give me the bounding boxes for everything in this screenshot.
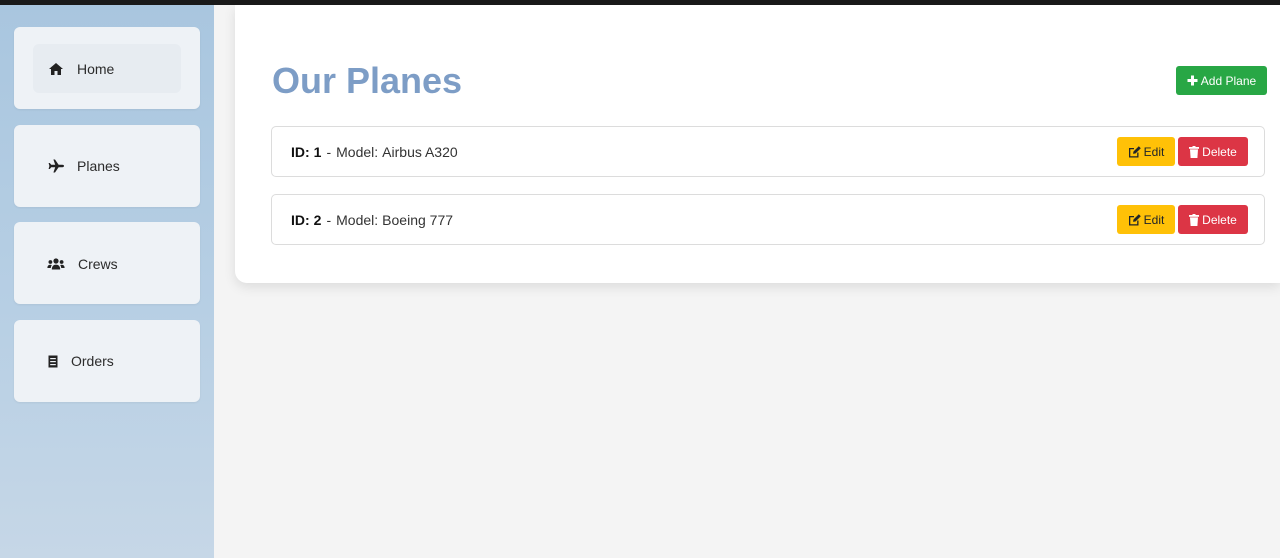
list-item: ID: 1 - Model: Airbus A320 Edit Delete bbox=[271, 126, 1265, 177]
receipt-icon bbox=[47, 353, 59, 369]
add-plane-button[interactable]: Add Plane bbox=[1176, 66, 1267, 95]
plane-id: 1 bbox=[313, 143, 322, 160]
add-plane-label: Add Plane bbox=[1200, 73, 1257, 88]
plane-summary: ID: 2 - Model: Boeing 777 bbox=[291, 195, 453, 244]
sidebar-item-crews[interactable]: Crews bbox=[47, 254, 118, 274]
sidebar: Home Planes Crews Orders bbox=[0, 5, 214, 558]
id-label: ID: bbox=[291, 143, 310, 160]
delete-label: Delete bbox=[1202, 212, 1237, 227]
trash-icon bbox=[1189, 145, 1200, 158]
sidebar-item-orders[interactable]: Orders bbox=[47, 351, 114, 371]
sidebar-item-label: Crews bbox=[78, 256, 118, 272]
trash-icon bbox=[1189, 213, 1200, 226]
plane-model: Airbus A320 bbox=[382, 143, 458, 160]
delete-label: Delete bbox=[1202, 144, 1237, 159]
plane-id: 2 bbox=[313, 211, 322, 228]
sidebar-item-home[interactable]: Home bbox=[33, 44, 181, 93]
separator: - bbox=[326, 143, 332, 160]
sidebar-item-label: Orders bbox=[71, 353, 114, 369]
plane-icon bbox=[47, 158, 65, 174]
separator: - bbox=[326, 211, 332, 228]
plus-icon bbox=[1187, 75, 1198, 86]
sidebar-item-planes[interactable]: Planes bbox=[47, 156, 120, 176]
edit-icon bbox=[1128, 213, 1141, 226]
plane-model: Boeing 777 bbox=[382, 211, 454, 228]
edit-button[interactable]: Edit bbox=[1117, 137, 1175, 166]
model-label: Model: bbox=[336, 143, 379, 160]
delete-button[interactable]: Delete bbox=[1178, 137, 1248, 166]
edit-icon bbox=[1128, 145, 1141, 158]
id-label: ID: bbox=[291, 211, 310, 228]
model-label: Model: bbox=[336, 211, 379, 228]
sidebar-item-label: Home bbox=[77, 60, 115, 77]
sidebar-item-label: Planes bbox=[77, 158, 120, 174]
page-title: Our Planes bbox=[272, 60, 463, 101]
edit-label: Edit bbox=[1143, 212, 1165, 227]
plane-summary: ID: 1 - Model: Airbus A320 bbox=[291, 127, 458, 176]
users-icon bbox=[47, 256, 65, 272]
edit-label: Edit bbox=[1143, 144, 1165, 159]
home-icon bbox=[47, 61, 65, 77]
list-item: ID: 2 - Model: Boeing 777 Edit Delete bbox=[271, 194, 1265, 245]
edit-button[interactable]: Edit bbox=[1117, 205, 1175, 234]
delete-button[interactable]: Delete bbox=[1178, 205, 1248, 234]
